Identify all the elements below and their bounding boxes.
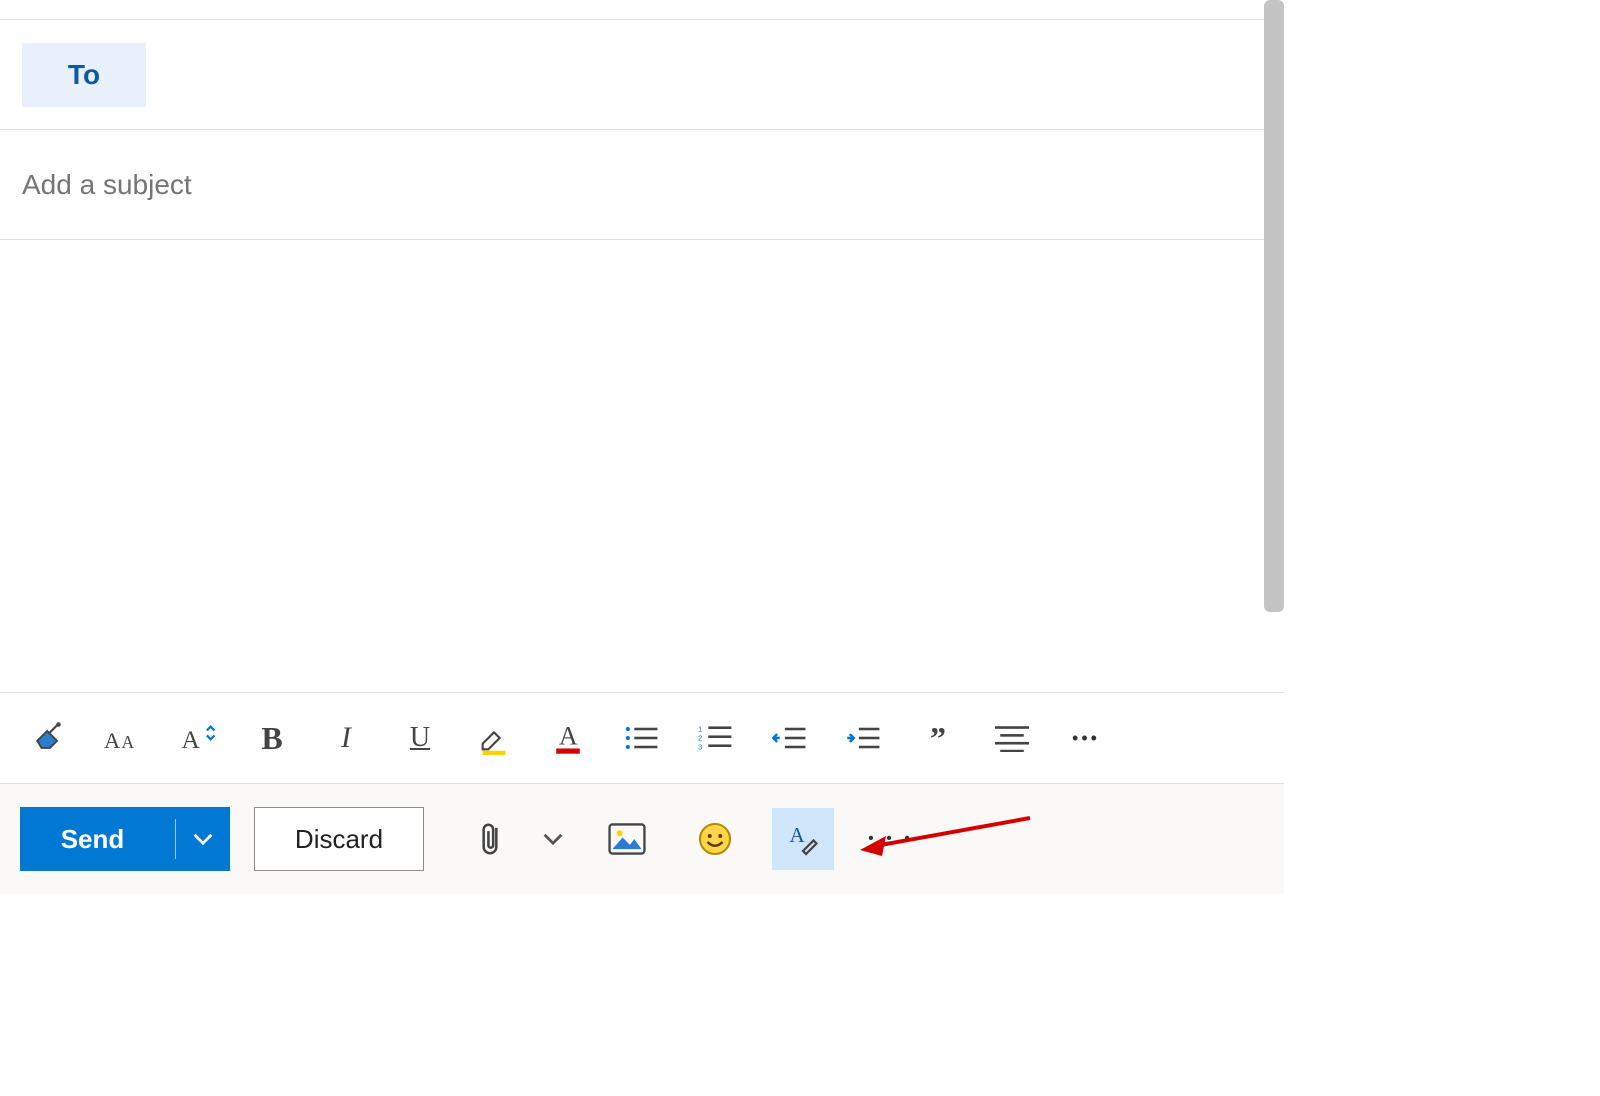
to-button[interactable]: To xyxy=(22,43,146,107)
signature-icon[interactable]: A xyxy=(772,808,834,870)
svg-text:2: 2 xyxy=(698,734,702,743)
svg-text:A: A xyxy=(790,823,806,847)
highlight-icon[interactable] xyxy=(474,718,514,758)
italic-icon[interactable]: I xyxy=(326,718,366,758)
to-row: To xyxy=(0,20,1284,130)
insert-picture-icon[interactable] xyxy=(596,808,658,870)
attach-dropdown-icon[interactable] xyxy=(536,808,570,870)
more-format-icon[interactable]: ••• xyxy=(1066,718,1106,758)
underline-icon[interactable]: U xyxy=(400,718,440,758)
svg-text:1: 1 xyxy=(698,725,702,734)
send-label: Send xyxy=(20,824,175,855)
action-icons: A • • • xyxy=(470,808,922,870)
align-icon[interactable] xyxy=(992,718,1032,758)
font-size-icon[interactable]: A xyxy=(178,718,218,758)
bold-icon[interactable]: B xyxy=(252,718,292,758)
bullet-list-icon[interactable] xyxy=(622,718,662,758)
more-actions-icon[interactable]: • • • xyxy=(860,808,922,870)
scrollbar[interactable] xyxy=(1264,0,1284,612)
send-options-chevron-icon[interactable] xyxy=(176,832,230,846)
increase-indent-icon[interactable] xyxy=(844,718,884,758)
top-separator xyxy=(0,0,1284,20)
subject-row xyxy=(0,130,1284,240)
discard-button[interactable]: Discard xyxy=(254,807,424,871)
subject-input[interactable] xyxy=(22,169,1284,201)
decrease-indent-icon[interactable] xyxy=(770,718,810,758)
number-list-icon[interactable]: 1 2 3 xyxy=(696,718,736,758)
message-body-input[interactable] xyxy=(0,240,1284,692)
format-toolbar: AA A B I U A xyxy=(0,692,1284,784)
font-icon[interactable]: AA xyxy=(104,718,144,758)
svg-text:A: A xyxy=(182,726,201,754)
svg-text:A: A xyxy=(122,732,135,752)
format-painter-icon[interactable] xyxy=(30,718,70,758)
emoji-icon[interactable] xyxy=(684,808,746,870)
svg-text:A: A xyxy=(104,728,121,753)
quote-icon[interactable]: ” xyxy=(918,718,958,758)
action-bar: Send Discard xyxy=(0,784,1284,894)
send-button[interactable]: Send xyxy=(20,807,230,871)
font-color-icon[interactable]: A xyxy=(548,718,588,758)
svg-text:A: A xyxy=(559,722,578,751)
svg-text:3: 3 xyxy=(698,743,702,752)
attach-icon[interactable] xyxy=(470,808,510,870)
